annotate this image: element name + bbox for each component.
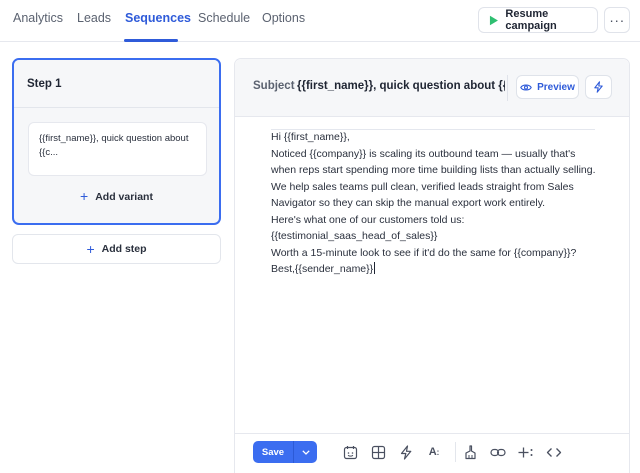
add-variant-label: Add variant [95,191,153,203]
email-editor: Subject {{first_name}}, quick question a… [234,58,630,473]
ai-tool-button[interactable] [397,443,415,461]
body-line: We help sales teams pull clean, verified… [271,180,574,210]
lightning-icon [594,81,603,93]
body-line: {{testimonial_saas_head_of_sales}} [271,230,438,242]
variant-card[interactable]: {{first_name}}, quick question about {{c… [28,122,207,176]
preview-button[interactable]: Preview [516,75,579,99]
insert-variable-icon [518,447,533,457]
code-icon [546,447,562,457]
step-card[interactable]: Step 1 {{first_name}}, quick question ab… [12,58,221,225]
body-line: Worth a 15-minute look to see if it'd do… [271,246,577,259]
text-caret [374,262,376,274]
subject-input[interactable]: {{first_name}}, quick question about {{c… [297,80,505,92]
schedule-tool-button[interactable] [341,443,359,461]
active-tab-indicator [124,39,178,42]
body-line: Hi {{first_name}}, [271,131,350,143]
preview-label: Preview [537,81,575,93]
font-size-tool-button[interactable]: A: [425,443,443,461]
body-line-last: Best,{{sender_name}} [271,261,601,278]
tab-analytics[interactable]: Analytics [13,11,63,25]
more-icon: ··· [609,12,625,28]
resume-campaign-button[interactable]: Resume campaign [478,7,598,33]
save-options-dropdown[interactable] [294,441,317,463]
link-icon [490,448,506,456]
insert-variable-tool-button[interactable] [517,443,535,461]
eye-icon [520,83,532,91]
body-line: Noticed {{company}} is scaling its outbo… [271,147,596,177]
step-title: Step 1 [14,60,219,108]
plus-icon: + [86,241,95,257]
chevron-down-icon [301,449,310,455]
tab-leads[interactable]: Leads [77,11,111,25]
subject-row: Subject {{first_name}}, quick question a… [235,59,629,117]
signature-line: Best,{{sender_name}} [271,263,374,275]
email-body-editor[interactable]: Hi {{first_name}}, Noticed {{company}} i… [271,129,601,278]
tab-schedule[interactable]: Schedule [198,11,250,25]
add-step-label: Add step [101,243,147,255]
cleaner-icon [464,444,476,459]
body-line: Here's what one of our customers told us… [271,213,465,226]
code-tool-button[interactable] [545,443,563,461]
resume-campaign-label: Resume campaign [505,8,557,32]
play-icon [489,15,498,25]
save-button-group: Save [253,441,317,463]
add-variant-button[interactable]: + Add variant [14,188,219,204]
clear-format-tool-button[interactable] [461,443,479,461]
top-navigation: Analytics Leads Sequences Schedule Optio… [0,0,640,42]
tab-sequences[interactable]: Sequences [125,11,191,25]
subject-label: Subject [253,80,295,92]
divider [507,75,508,101]
ai-assist-button[interactable] [585,75,612,99]
more-options-button[interactable]: ··· [604,7,630,33]
variant-preview-text: {{first_name}}, quick question about {{c… [39,133,189,158]
editor-toolbar: Save A: [235,433,629,473]
font-size-icon: A: [428,446,440,458]
tab-options[interactable]: Options [262,11,305,25]
plus-icon: + [80,188,89,204]
link-tool-button[interactable] [489,443,507,461]
add-step-button[interactable]: + Add step [12,234,221,264]
toolbar-divider [455,442,456,462]
lightning-icon [400,444,412,460]
calendar-icon [343,445,357,459]
save-button[interactable]: Save [253,441,293,463]
layout-icon [371,445,385,459]
template-tool-button[interactable] [369,443,387,461]
